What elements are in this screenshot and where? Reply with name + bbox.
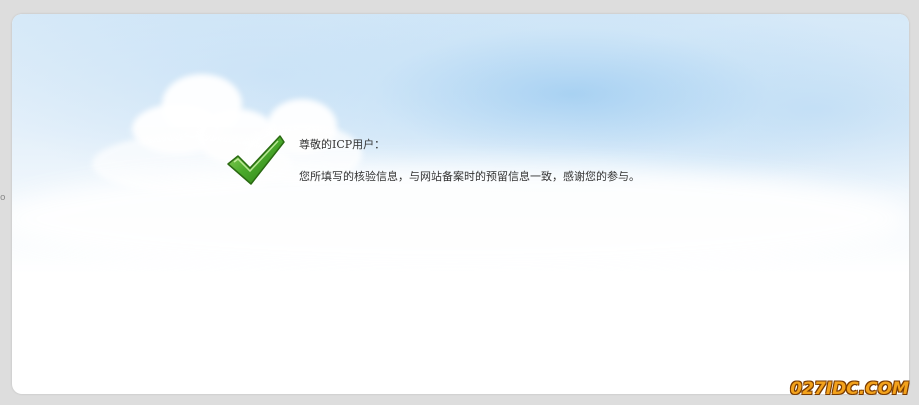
notice-content: 尊敬的ICP用户： 您所填写的核验信息，与网站备案时的预留信息一致，感谢您的参与… [12, 14, 909, 394]
edge-mark: o [0, 193, 6, 203]
greeting-text: 尊敬的ICP用户： [299, 138, 386, 151]
watermark-logo: 027IDC.COM [790, 379, 909, 399]
verification-message: 您所填写的核验信息，与网站备案时的预留信息一致，感谢您的参与。 [299, 170, 640, 183]
checkmark-icon [227, 135, 285, 185]
notice-panel: 尊敬的ICP用户： 您所填写的核验信息，与网站备案时的预留信息一致，感谢您的参与… [12, 14, 909, 394]
page: o 尊敬的ICP用户： 您所填写的核验信息，与网站备案时的预留信息一致，感谢您的… [0, 0, 919, 405]
